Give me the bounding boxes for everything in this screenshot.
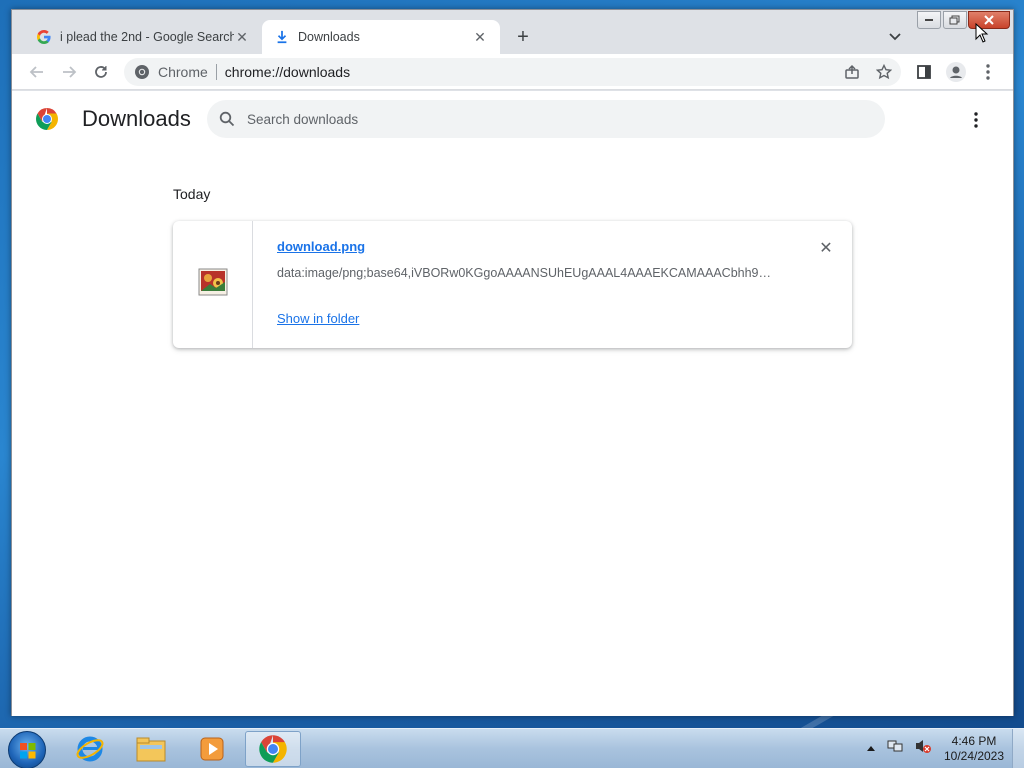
volume-muted-icon[interactable] [914, 738, 932, 759]
page-title: Downloads [82, 106, 191, 131]
search-downloads-field[interactable] [207, 100, 885, 138]
mouse-cursor-icon [975, 22, 989, 48]
download-item-card: download.png data:image/png;base64,iVBOR… [173, 221, 852, 348]
address-bar[interactable]: Chrome chrome://downloads [124, 58, 901, 86]
image-file-icon [198, 268, 228, 301]
download-filename-link[interactable]: download.png [277, 239, 365, 254]
system-tray [866, 735, 932, 761]
downloads-header: Downloads [12, 91, 1013, 147]
window-restore-button[interactable] [943, 11, 967, 29]
clock-date: 10/24/2023 [943, 749, 1005, 763]
back-arrow-icon[interactable] [26, 61, 48, 83]
share-icon[interactable] [844, 64, 860, 80]
start-button[interactable] [8, 731, 46, 768]
downloads-page: Downloads Today [12, 91, 1013, 716]
tab-google-search[interactable]: i plead the 2nd - Google Search ✕ [24, 20, 262, 54]
windows-taskbar: 4:46 PM 10/24/2023 [0, 728, 1024, 768]
side-panel-icon[interactable] [913, 61, 935, 83]
bookmark-star-icon[interactable] [876, 64, 892, 80]
chrome-taskbar-icon[interactable] [245, 731, 301, 767]
chrome-window: i plead the 2nd - Google Search ✕ Downlo… [11, 9, 1014, 716]
tab-close-icon[interactable]: ✕ [472, 29, 488, 45]
chrome-logo-icon [35, 107, 59, 131]
media-player-icon[interactable] [184, 731, 240, 767]
tab-strip: i plead the 2nd - Google Search ✕ Downlo… [12, 10, 1013, 54]
network-icon[interactable] [886, 738, 904, 759]
url-text: chrome://downloads [224, 64, 351, 80]
reload-icon[interactable] [90, 61, 112, 83]
chrome-site-icon [134, 64, 150, 80]
tab-downloads[interactable]: Downloads ✕ [262, 20, 500, 54]
tab-search-chevron-icon[interactable] [886, 28, 904, 46]
download-source-url: data:image/png;base64,iVBORw0KGgoAAAANSU… [277, 266, 777, 280]
tab-close-icon[interactable]: ✕ [234, 29, 250, 45]
search-icon [219, 111, 235, 127]
chrome-menu-icon[interactable] [977, 61, 999, 83]
taskbar-clock[interactable]: 4:46 PM 10/24/2023 [942, 734, 1006, 764]
internet-explorer-icon[interactable] [62, 731, 118, 767]
tab-title: i plead the 2nd - Google Search [60, 30, 234, 44]
show-in-folder-link[interactable]: Show in folder [277, 311, 359, 326]
show-hidden-icons-chevron-icon[interactable] [866, 739, 876, 757]
download-arrow-icon [274, 29, 290, 45]
forward-arrow-icon[interactable] [58, 61, 80, 83]
site-label: Chrome [158, 64, 208, 80]
browser-toolbar: Chrome chrome://downloads [12, 54, 1013, 90]
google-g-icon [36, 29, 52, 45]
tab-title: Downloads [298, 30, 360, 44]
search-input[interactable] [247, 111, 807, 127]
file-explorer-icon[interactable] [123, 731, 179, 767]
window-minimize-button[interactable] [917, 11, 941, 29]
show-desktop-button[interactable] [1012, 729, 1024, 768]
clock-time: 4:46 PM [951, 734, 997, 748]
date-section-label: Today [173, 186, 211, 202]
file-thumbnail [173, 221, 253, 348]
new-tab-plus-icon[interactable]: + [512, 26, 534, 48]
remove-from-list-icon[interactable]: ✕ [817, 239, 835, 257]
omnibox-separator [215, 64, 217, 80]
more-actions-icon[interactable] [967, 109, 985, 131]
profile-avatar-icon[interactable] [945, 61, 967, 83]
